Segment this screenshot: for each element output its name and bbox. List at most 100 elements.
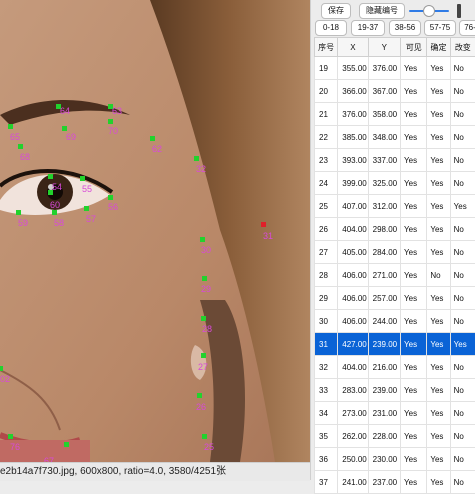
landmark-point-56[interactable]: 56 [108,195,118,212]
col-header-index[interactable]: 序号 [315,38,338,57]
landmark-marker[interactable] [201,353,206,358]
landmark-marker[interactable] [108,119,113,124]
landmark-marker[interactable] [80,176,85,181]
landmark-point-60[interactable]: 60 [48,190,60,210]
landmark-marker[interactable] [62,126,67,131]
table-row[interactable]: 20366.00367.00YesYesNo [315,80,475,103]
table-row[interactable]: 22385.00348.00YesYesNo [315,126,475,149]
landmark-point-26[interactable]: 26 [196,393,206,412]
table-row[interactable]: 26404.00298.00YesYesNo [315,218,475,241]
landmark-point-29[interactable]: 29 [201,276,211,294]
cell-changed: No [450,287,475,310]
landmark-point-70[interactable]: 70 [108,119,118,136]
slider-thumb[interactable] [423,5,435,17]
table-row[interactable]: 35262.00228.00YesYesNo [315,425,475,448]
landmark-marker[interactable] [18,144,23,149]
table-row[interactable]: 34273.00231.00YesYesNo [315,402,475,425]
tab-19-37[interactable]: 19-37 [351,20,385,36]
landmark-marker[interactable] [48,174,53,179]
table-row[interactable]: 21376.00358.00YesYesNo [315,103,475,126]
landmark-marker[interactable] [150,136,155,141]
cell-visible: Yes [401,402,427,425]
cell-changed: No [450,172,475,195]
landmark-marker[interactable] [16,210,21,215]
landmark-marker[interactable] [84,206,89,211]
landmark-point-63[interactable]: 63 [108,104,122,116]
landmark-point-55[interactable]: 55 [80,176,92,194]
landmark-marker[interactable] [261,222,266,227]
hide-ids-button[interactable]: 隐藏编号 [359,3,405,19]
landmark-point-57[interactable]: 57 [84,206,96,224]
landmark-point-65[interactable]: 65 [8,124,20,142]
cell-confirmed: No [427,264,450,287]
landmark-label: 64 [60,106,70,116]
landmark-point-62[interactable]: 62 [150,136,162,154]
landmark-point-32[interactable]: 32 [194,156,206,174]
landmark-marker[interactable] [64,442,69,447]
landmark-point-27[interactable]: 27 [198,353,208,372]
table-row[interactable]: 30406.00244.00YesYesNo [315,310,475,333]
tab-76[interactable]: 76- [459,20,475,36]
col-header-y[interactable]: Y [368,38,400,57]
landmark-label: 26 [196,402,206,412]
tab-38-56[interactable]: 38-56 [389,20,421,36]
table-row[interactable]: 29406.00257.00YesYesNo [315,287,475,310]
cell-visible: Yes [401,287,427,310]
landmark-label: 60 [50,200,60,210]
table-row[interactable]: 25407.00312.00YesYesYes [315,195,475,218]
tab-57-75[interactable]: 57-75 [424,20,456,36]
cell-confirmed: Yes [427,448,450,471]
landmark-marker[interactable] [52,210,57,215]
cell-visible: Yes [401,218,427,241]
landmark-point-69[interactable]: 69 [62,126,76,142]
table-row[interactable]: 37241.00237.00YesYesNo [315,471,475,494]
landmark-point-64[interactable]: 64 [56,104,70,116]
landmark-point-54[interactable]: 54 [48,174,62,192]
col-header-visible[interactable]: 可见 [401,38,427,57]
table-row[interactable]: 36250.00230.00YesYesNo [315,448,475,471]
landmark-marker[interactable] [201,316,206,321]
landmark-point-68[interactable]: 68 [18,144,30,162]
table-row[interactable]: 31427.00239.00YesYesYes [315,333,475,356]
cell-y: 230.00 [368,448,400,471]
landmark-marker[interactable] [8,124,13,129]
landmark-point-76[interactable]: 76 [8,434,20,452]
table-row[interactable]: 28406.00271.00YesNoNo [315,264,475,287]
landmark-label: 57 [86,214,96,224]
landmark-point-28[interactable]: 28 [201,316,212,334]
table-row[interactable]: 24399.00325.00YesYesNo [315,172,475,195]
landmark-point-02[interactable]: 02 [0,366,10,384]
landmark-marker[interactable] [0,366,3,371]
table-row[interactable]: 23393.00337.00YesYesNo [315,149,475,172]
table-row[interactable]: 33283.00239.00YesYesNo [315,379,475,402]
image-canvas[interactable]: 64 63 65 69 70 62 68 32 54 55 60 56 59 58 57 31 30 29 28 27… [0,0,310,462]
cell-visible: Yes [401,379,427,402]
landmark-marker[interactable] [202,434,207,439]
col-header-x[interactable]: X [338,38,368,57]
landmark-marker[interactable] [48,190,53,195]
table-header-row: 序号 X Y 可见 确定 改变 [315,38,475,57]
landmark-point-31[interactable]: 31 [261,222,273,241]
landmark-marker[interactable] [108,195,113,200]
table-row[interactable]: 19355.00376.00YesYesNo [315,57,475,80]
landmark-point-30[interactable]: 30 [200,237,211,255]
landmark-point-67[interactable]: 67 [44,442,69,462]
landmark-marker[interactable] [200,237,205,242]
cell-visible: Yes [401,333,427,356]
table-row[interactable]: 32404.00216.00YesYesNo [315,356,475,379]
landmark-marker[interactable] [8,434,13,439]
landmark-marker[interactable] [197,393,202,398]
landmark-point-59[interactable]: 59 [16,210,28,228]
table-row[interactable]: 27405.00284.00YesYesNo [315,241,475,264]
save-button[interactable]: 保存 [321,3,351,19]
landmark-marker[interactable] [194,156,199,161]
tab-0-18[interactable]: 0-18 [315,20,347,36]
landmark-point-25[interactable]: 25 [202,434,214,452]
col-header-confirmed[interactable]: 确定 [427,38,450,57]
cell-changed: No [450,310,475,333]
landmark-marker[interactable] [202,276,207,281]
landmark-label: 28 [202,324,212,334]
cell-y: 348.00 [368,126,400,149]
col-header-changed[interactable]: 改变 [450,38,475,57]
landmark-point-58[interactable]: 58 [52,210,64,228]
